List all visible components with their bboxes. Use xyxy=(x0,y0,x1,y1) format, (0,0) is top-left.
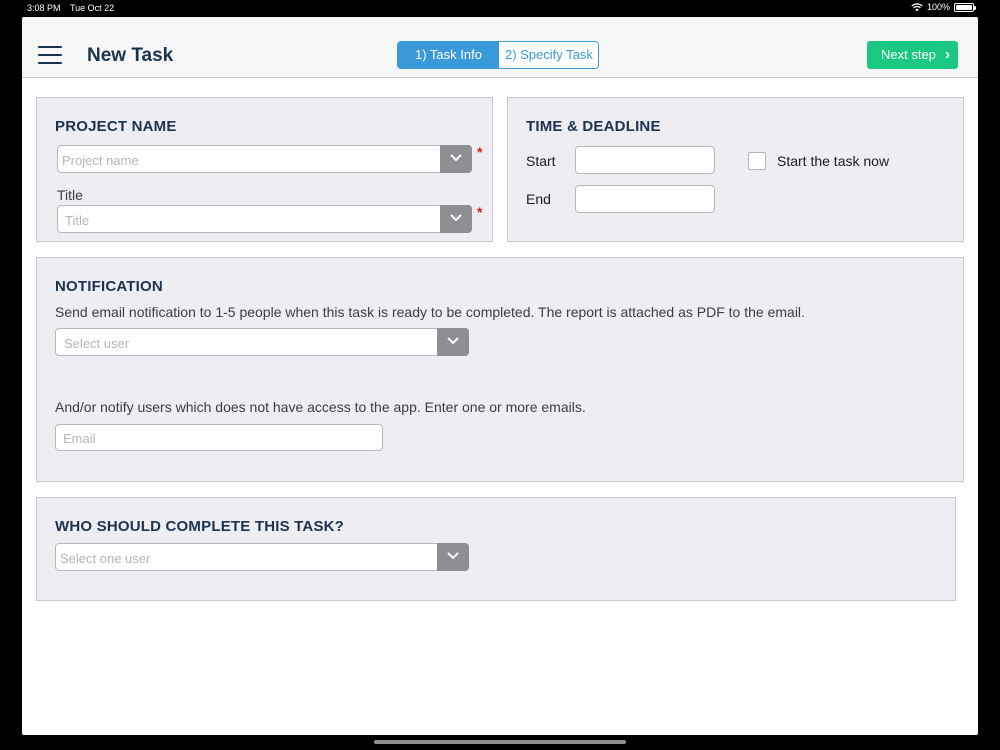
status-date: Tue Oct 22 xyxy=(70,3,115,13)
chevron-down-icon xyxy=(450,154,462,162)
wifi-icon xyxy=(911,2,923,11)
time-deadline-panel: TIME & DEADLINE Start Start the task now… xyxy=(507,97,964,242)
navigation-bar: New Task 1) Task Info 2) Specify Task Ne… xyxy=(22,17,978,78)
project-panel: PROJECT NAME Project name * Title Title … xyxy=(36,97,493,242)
hamburger-menu-icon[interactable] xyxy=(38,46,62,64)
chevron-right-icon: › xyxy=(945,46,950,63)
assignee-panel: WHO SHOULD COMPLETE THIS TASK? Select on… xyxy=(36,497,956,601)
page-title: New Task xyxy=(87,45,174,66)
chevron-down-icon xyxy=(447,337,459,345)
tab-task-info[interactable]: 1) Task Info xyxy=(398,42,499,68)
tab-specify-task[interactable]: 2) Specify Task xyxy=(498,42,598,68)
start-now-label[interactable]: Start the task now xyxy=(777,153,889,169)
next-step-button[interactable]: Next step › xyxy=(867,41,958,69)
dropdown-button[interactable] xyxy=(440,145,472,173)
project-name-select[interactable]: Project name xyxy=(57,145,472,173)
title-placeholder: Title xyxy=(65,213,90,228)
title-select[interactable]: Title xyxy=(57,205,472,233)
required-marker: * xyxy=(477,144,483,160)
start-label: Start xyxy=(526,153,556,169)
notification-panel: NOTIFICATION Send email notification to … xyxy=(36,257,964,482)
app-screen: New Task 1) Task Info 2) Specify Task Ne… xyxy=(22,17,978,735)
chevron-down-icon xyxy=(447,552,459,560)
required-marker: * xyxy=(477,204,483,220)
notification-description: Send email notification to 1-5 people wh… xyxy=(55,304,805,320)
end-time-input[interactable] xyxy=(575,185,715,213)
title-label: Title xyxy=(57,187,83,203)
dropdown-button[interactable] xyxy=(437,328,469,356)
step-segmented-control: 1) Task Info 2) Specify Task xyxy=(397,41,599,69)
email-input[interactable]: Email xyxy=(55,424,383,451)
end-label: End xyxy=(526,191,551,207)
start-now-checkbox[interactable] xyxy=(748,152,766,170)
status-time: 3:08 PM xyxy=(27,3,61,13)
assignee-heading: WHO SHOULD COMPLETE THIS TASK? xyxy=(55,518,345,535)
time-deadline-heading: TIME & DEADLINE xyxy=(526,118,661,135)
home-indicator[interactable] xyxy=(374,740,626,744)
select-one-user-placeholder: Select one user xyxy=(60,551,151,566)
notification-heading: NOTIFICATION xyxy=(55,278,163,295)
project-name-placeholder: Project name xyxy=(62,153,139,168)
start-time-input[interactable] xyxy=(575,146,715,174)
project-heading: PROJECT NAME xyxy=(55,118,177,135)
dropdown-button[interactable] xyxy=(437,543,469,571)
battery-percent: 100% xyxy=(926,2,950,12)
next-step-label: Next step xyxy=(881,47,936,62)
email-description: And/or notify users which does not have … xyxy=(55,399,586,415)
email-placeholder: Email xyxy=(63,431,96,446)
chevron-down-icon xyxy=(450,214,462,222)
battery-icon xyxy=(954,2,976,12)
select-user-dropdown[interactable]: Select user xyxy=(55,328,469,356)
status-right: 100% xyxy=(911,2,976,12)
status-bar: 3:08 PM Tue Oct 22 100% xyxy=(0,0,1000,17)
select-one-user-dropdown[interactable]: Select one user xyxy=(55,543,469,571)
dropdown-button[interactable] xyxy=(440,205,472,233)
select-user-placeholder: Select user xyxy=(64,336,130,351)
